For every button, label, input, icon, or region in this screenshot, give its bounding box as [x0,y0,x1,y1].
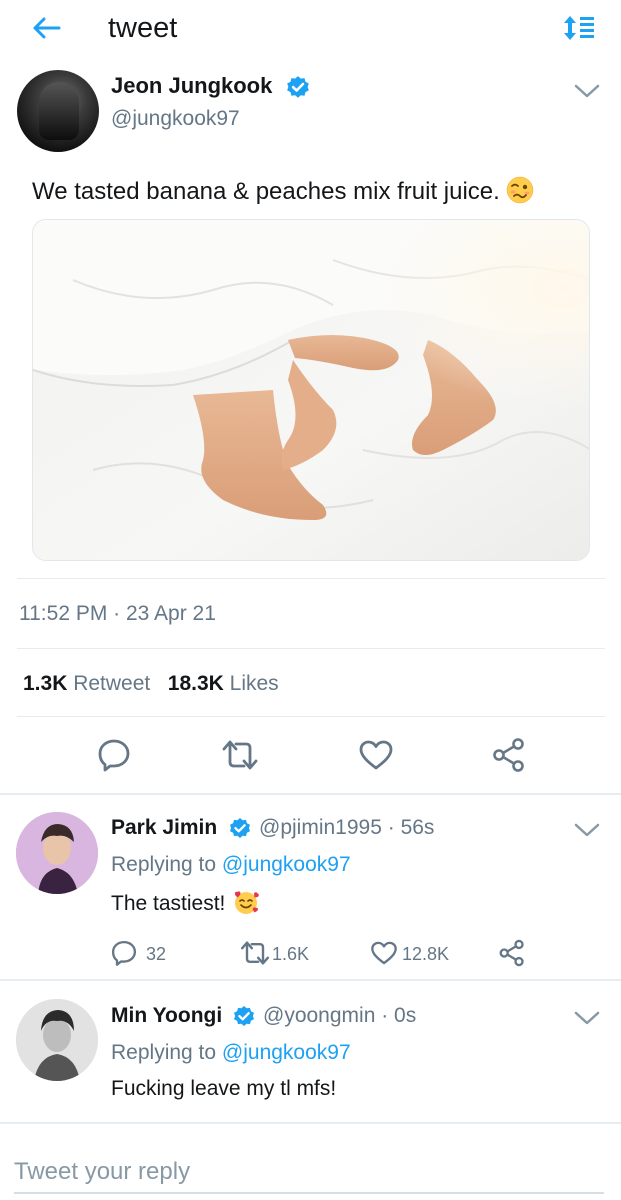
reply-options-button[interactable] [571,1006,603,1030]
author-name[interactable]: Jeon Jungkook [111,73,272,99]
page-title: tweet [108,12,178,44]
heart-icon [359,740,393,770]
top-bar: tweet [0,0,621,58]
reply-handle[interactable]: @pjimin1995 [259,816,382,839]
sort-icon [564,16,594,40]
share-icon [493,738,524,772]
tweet-image[interactable] [32,219,590,561]
reply-input[interactable] [14,1150,604,1194]
divider [0,793,621,795]
reply-count: 32 [146,944,167,964]
author-handle[interactable]: @jungkook97 [111,107,240,131]
reply-text: Fucking leave my tl mfs! [111,1077,337,1100]
replying-to: Replying to @jungkook97 [111,853,351,877]
chevron-down-icon [574,823,600,837]
chevron-down-icon [574,1011,600,1025]
likes-label: Likes [229,672,279,695]
like-button[interactable] [354,735,398,775]
chevron-down-icon [574,84,600,98]
replying-mention[interactable]: @jungkook97 [222,853,351,876]
verified-badge-icon [234,1006,254,1026]
likes-stat[interactable]: 18.3K Likes [168,672,279,695]
avatar-photo [16,812,98,894]
retweet-button[interactable] [238,937,272,969]
reply-button[interactable] [108,937,140,969]
arrow-left-icon [33,17,61,39]
divider [17,578,605,579]
reply-meta: @yoongmin · 0s [263,1004,417,1027]
reply-body: The tastiest! [111,892,226,915]
like-button[interactable] [368,937,400,969]
retweet-count: 1.6K [272,944,310,964]
tweet-options-button[interactable] [571,79,603,103]
retweets-count: 1.3K [23,672,68,695]
share-icon [499,939,524,967]
reply-button[interactable] [92,735,136,775]
reply-icon [111,940,137,966]
reply-meta: @pjimin1995 · 56s [259,816,435,839]
replying-label: Replying to [111,853,217,876]
retweet-icon [241,941,269,965]
like-count: 12.8K [402,944,450,964]
woozy-face-emoji [506,176,534,204]
reply-text: The tastiest! [111,890,260,916]
bed-feet-photo [33,220,589,560]
divider [17,648,605,649]
avatar-photo [16,999,98,1081]
share-button[interactable] [496,937,528,969]
reply-time: 56s [400,816,435,839]
likes-count: 18.3K [167,672,224,695]
tweet-body: We tasted banana & peaches mix fruit jui… [32,178,500,205]
replying-to: Replying to @jungkook97 [111,1041,351,1065]
reply-icon [98,739,130,772]
replying-label: Replying to [111,1041,217,1064]
divider [17,716,605,717]
tweet-text: We tasted banana & peaches mix fruit jui… [32,176,534,206]
tweet-timestamp: 11:52 PM · 23 Apr 21 [19,602,216,625]
divider [0,979,621,981]
author-avatar[interactable] [17,70,99,152]
reply-handle[interactable]: @yoongmin [263,1004,375,1027]
verified-badge-icon [230,818,250,838]
reply-author-name[interactable]: Min Yoongi [111,1004,222,1028]
reply-avatar[interactable] [16,812,98,894]
sort-button[interactable] [558,10,602,46]
reply-options-button[interactable] [571,818,603,842]
reply-composer [0,1150,621,1200]
avatar-figure [39,82,79,140]
retweet-button[interactable] [218,735,262,775]
share-button[interactable] [487,735,531,775]
verified-badge-icon [287,76,309,98]
retweets-stat[interactable]: 1.3K Retweet [23,672,150,695]
replying-mention[interactable]: @jungkook97 [222,1041,351,1064]
reply-avatar[interactable] [16,999,98,1081]
input-underline [14,1192,604,1194]
retweet-icon [222,740,258,770]
back-button[interactable] [26,8,66,48]
tweet-stats: 1.3K Retweet 18.3K Likes [23,672,279,696]
heart-icon [371,941,397,965]
retweets-label: Retweet [73,672,151,695]
smiling-face-with-hearts-emoji [235,891,260,914]
divider [0,1122,621,1124]
reply-author-name[interactable]: Park Jimin [111,816,217,840]
reply-time: 0s [394,1004,417,1027]
